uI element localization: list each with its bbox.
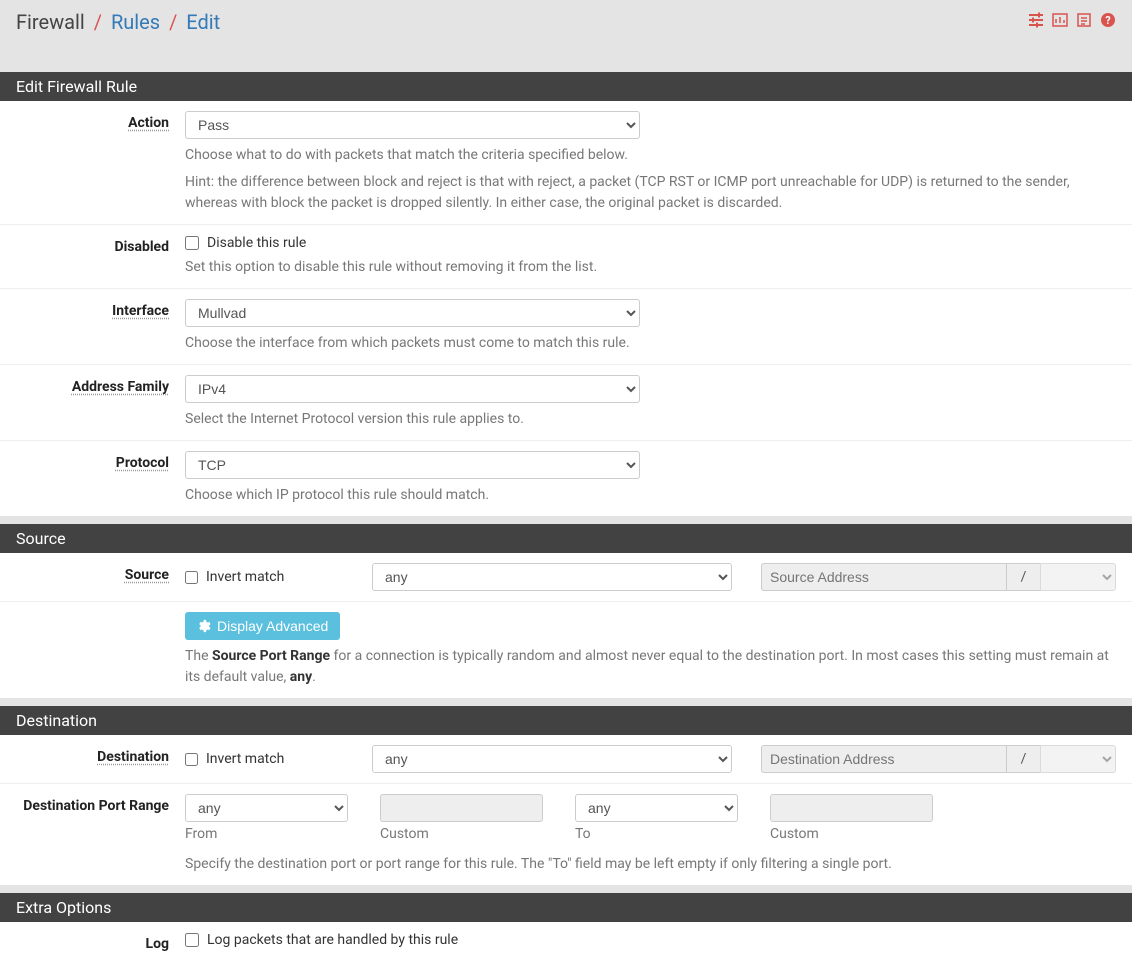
display-advanced-label: Display Advanced bbox=[217, 618, 328, 634]
breadcrumb-sep-1: / bbox=[94, 10, 102, 34]
interface-select[interactable]: Mullvad bbox=[185, 299, 640, 327]
chart-icon[interactable] bbox=[1052, 12, 1068, 32]
source-invert-label: Invert match bbox=[206, 569, 284, 585]
destination-port-to-select[interactable]: any bbox=[575, 794, 738, 822]
action-help-2: Hint: the difference between block and r… bbox=[185, 172, 1116, 214]
destination-mask-slash: / bbox=[1006, 745, 1040, 773]
destination-port-range-label: Destination Port Range bbox=[23, 798, 169, 814]
destination-type-select[interactable]: any bbox=[372, 745, 732, 773]
action-help-1: Choose what to do with packets that matc… bbox=[185, 145, 1116, 166]
destination-mask-select bbox=[1040, 745, 1116, 773]
source-help: The Source Port Range for a connection i… bbox=[185, 646, 1116, 688]
address-family-help: Select the Internet Protocol version thi… bbox=[185, 409, 1116, 430]
destination-label: Destination bbox=[97, 749, 169, 765]
display-advanced-button[interactable]: Display Advanced bbox=[185, 612, 340, 640]
svg-text:?: ? bbox=[1105, 14, 1111, 27]
destination-port-to-label: To bbox=[575, 826, 738, 842]
destination-port-from-select[interactable]: any bbox=[185, 794, 348, 822]
destination-port-from-custom-label: Custom bbox=[380, 826, 543, 842]
destination-port-from-label: From bbox=[185, 826, 348, 842]
disabled-help: Set this option to disable this rule wit… bbox=[185, 257, 1116, 278]
source-mask-slash: / bbox=[1006, 563, 1040, 591]
disabled-label: Disabled bbox=[114, 239, 169, 255]
destination-port-to-custom-label: Custom bbox=[770, 826, 933, 842]
destination-address-input bbox=[761, 745, 1006, 773]
breadcrumb-firewall[interactable]: Firewall bbox=[16, 10, 85, 34]
protocol-select[interactable]: TCP bbox=[185, 451, 640, 479]
breadcrumb: Firewall / Rules / Edit bbox=[16, 10, 220, 34]
protocol-help: Choose which IP protocol this rule shoul… bbox=[185, 485, 1116, 506]
interface-help: Choose the interface from which packets … bbox=[185, 333, 1116, 354]
address-family-label: Address Family bbox=[72, 379, 169, 395]
action-label: Action bbox=[128, 115, 169, 131]
disabled-checkbox[interactable] bbox=[185, 236, 199, 250]
help-icon[interactable]: ? bbox=[1100, 12, 1116, 32]
action-select[interactable]: Pass bbox=[185, 111, 640, 139]
log-checkbox[interactable] bbox=[185, 933, 199, 947]
panel-header-destination: Destination bbox=[0, 706, 1132, 735]
source-label: Source bbox=[125, 567, 169, 583]
destination-port-from-custom bbox=[380, 794, 543, 822]
source-type-select[interactable]: any bbox=[372, 563, 732, 591]
panel-header-edit-rule: Edit Firewall Rule bbox=[0, 72, 1132, 101]
log-label: Log bbox=[146, 936, 169, 952]
breadcrumb-rules[interactable]: Rules bbox=[111, 10, 160, 34]
source-mask-select bbox=[1040, 563, 1116, 591]
address-family-select[interactable]: IPv4 bbox=[185, 375, 640, 403]
log-icon[interactable] bbox=[1076, 12, 1092, 32]
source-invert-checkbox[interactable] bbox=[185, 571, 198, 584]
source-address-input bbox=[761, 563, 1006, 591]
destination-invert-checkbox[interactable] bbox=[185, 753, 198, 766]
panel-header-source: Source bbox=[0, 524, 1132, 553]
disabled-checkbox-label: Disable this rule bbox=[207, 235, 306, 251]
gear-icon bbox=[197, 619, 211, 633]
sliders-icon[interactable] bbox=[1028, 12, 1044, 32]
panel-header-extra: Extra Options bbox=[0, 893, 1132, 922]
destination-invert-label: Invert match bbox=[206, 751, 284, 767]
destination-port-to-custom bbox=[770, 794, 933, 822]
interface-label: Interface bbox=[112, 303, 169, 319]
protocol-label: Protocol bbox=[116, 455, 169, 471]
log-checkbox-label: Log packets that are handled by this rul… bbox=[207, 932, 458, 948]
breadcrumb-sep-2: / bbox=[169, 10, 177, 34]
destination-port-help: Specify the destination port or port ran… bbox=[185, 854, 1116, 875]
breadcrumb-edit[interactable]: Edit bbox=[186, 10, 220, 34]
